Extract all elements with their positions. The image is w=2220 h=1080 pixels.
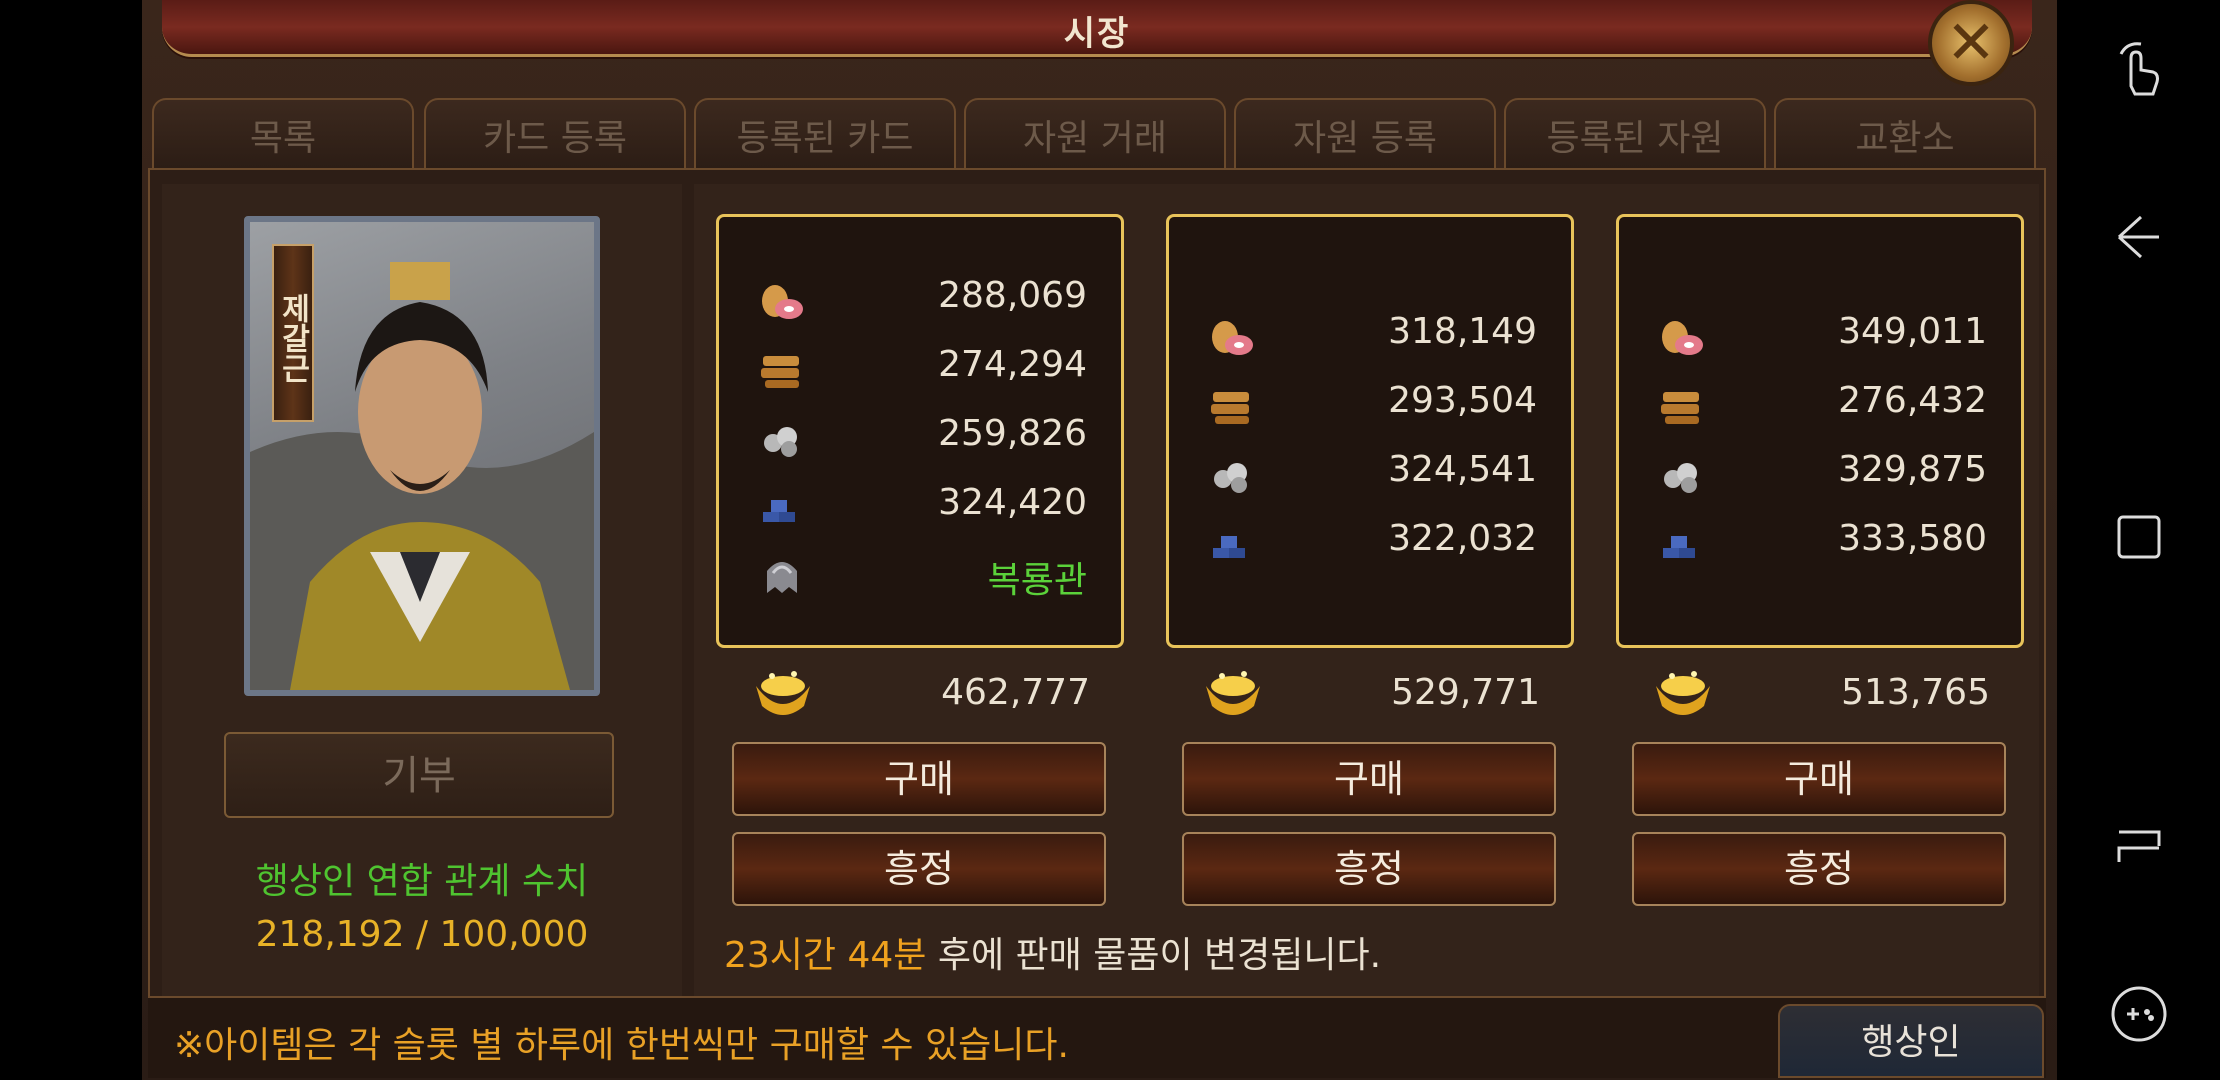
resource-row: 324,541 <box>1169 443 1571 503</box>
tab-resource-trade[interactable]: 자원 거래 <box>964 98 1226 168</box>
tab-card-register[interactable]: 카드 등록 <box>424 98 686 168</box>
resource-row: 322,032 <box>1169 512 1571 572</box>
refresh-timer: 23시간 44분 후에 판매 물품이 변경됩니다. <box>724 926 1381 978</box>
gold-price: 462,777 <box>941 672 1090 713</box>
tab-resource-register[interactable]: 자원 등록 <box>1234 98 1496 168</box>
system-navigation-bar <box>2057 0 2220 1080</box>
resource-row: 318,149 <box>1169 305 1571 365</box>
haggle-button-1[interactable]: 흥정 <box>732 832 1106 906</box>
general-nameplate: 제갈근 <box>272 244 314 422</box>
gold-row-3: 513,765 <box>1616 662 2024 732</box>
food-value: 288,069 <box>938 275 1087 316</box>
gold-price: 513,765 <box>1841 672 1990 713</box>
merchant-button[interactable]: 행상인 <box>1778 1004 2044 1078</box>
resource-row: 274,294 <box>719 338 1121 398</box>
game-tools-icon[interactable] <box>2107 982 2171 1046</box>
offer-box-2: 318,149 293,504 324,541 322,032 <box>1166 214 1574 648</box>
stone-value: 329,875 <box>1838 449 1987 490</box>
helmet-icon <box>767 562 797 593</box>
iron-value: 322,032 <box>1388 518 1537 559</box>
offer-box-3: 349,011 276,432 329,875 333,580 <box>1616 214 2024 648</box>
gold-price: 529,771 <box>1391 672 1540 713</box>
gold-row-1: 462,777 <box>716 662 1124 732</box>
wood-icon <box>1661 392 1699 424</box>
relation-label: 행상인 연합 관계 수치 <box>255 861 589 902</box>
iron-value: 333,580 <box>1838 518 1987 559</box>
food-value: 318,149 <box>1388 311 1537 352</box>
stone-value: 324,541 <box>1388 449 1537 490</box>
tab-list[interactable]: 목록 <box>152 98 414 168</box>
buy-button-1[interactable]: 구매 <box>732 742 1106 816</box>
window-title: 시장 <box>1063 14 1131 54</box>
relation-value: 218,192 / 100,000 <box>255 914 589 955</box>
resource-row: 333,580 <box>1619 512 2021 572</box>
gold-ingot-icon <box>1656 671 1710 715</box>
home-icon[interactable] <box>2107 812 2171 876</box>
touch-gesture-icon[interactable] <box>2107 36 2171 100</box>
iron-value: 324,420 <box>938 482 1087 523</box>
stone-value: 259,826 <box>938 413 1087 454</box>
stone-icon <box>1214 463 1247 493</box>
iron-icon <box>1663 536 1695 558</box>
haggle-button-3[interactable]: 흥정 <box>1632 832 2006 906</box>
resource-row: 259,826 <box>719 407 1121 467</box>
resource-row: 329,875 <box>1619 443 2021 503</box>
back-icon[interactable] <box>2107 205 2171 269</box>
food-icon <box>1662 321 1703 355</box>
recents-icon[interactable] <box>2107 505 2171 569</box>
buy-button-3[interactable]: 구매 <box>1632 742 2006 816</box>
food-icon <box>1212 321 1253 355</box>
timer-time: 23시간 44분 <box>724 935 927 976</box>
wood-value: 293,504 <box>1388 380 1537 421</box>
iron-icon <box>763 500 795 522</box>
gold-ingot-icon <box>1206 671 1260 715</box>
resource-row: 293,504 <box>1169 374 1571 434</box>
wood-value: 276,432 <box>1838 380 1987 421</box>
resource-row: 복룡관 <box>719 545 1121 605</box>
market-panel: 시장 ✕ 목록 카드 등록 등록된 카드 자원 거래 자원 등록 등록된 자원 … <box>142 0 2057 1080</box>
close-icon: ✕ <box>1945 8 1997 78</box>
tab-registered-resources[interactable]: 등록된 자원 <box>1504 98 1766 168</box>
resource-row: 288,069 <box>719 269 1121 329</box>
food-value: 349,011 <box>1838 311 1987 352</box>
tab-registered-cards[interactable]: 등록된 카드 <box>694 98 956 168</box>
gold-ingot-icon <box>756 671 810 715</box>
wood-icon <box>761 356 799 388</box>
purchase-notice: ※아이템은 각 슬롯 별 하루에 한번씩만 구매할 수 있습니다. <box>174 1025 1069 1066</box>
wood-icon <box>1211 392 1249 424</box>
stone-icon <box>764 427 797 457</box>
resource-row: 276,432 <box>1619 374 2021 434</box>
buy-button-2[interactable]: 구매 <box>1182 742 1556 816</box>
merchant-info-column: 제갈근 기부 행상인 연합 관계 수치 218,192 / 100,000 <box>162 184 682 996</box>
timer-suffix: 후에 판매 물품이 변경됩니다. <box>926 935 1382 976</box>
resource-row: 349,011 <box>1619 305 2021 365</box>
general-portrait: 제갈근 <box>244 216 600 696</box>
offer-box-1: 288,069 274,294 259,826 324,420 복룡관 <box>716 214 1124 648</box>
stone-icon <box>1664 463 1697 493</box>
resource-row: 324,420 <box>719 476 1121 536</box>
tab-exchange[interactable]: 교환소 <box>1774 98 2036 168</box>
wood-value: 274,294 <box>938 344 1087 385</box>
gold-row-2: 529,771 <box>1166 662 1574 732</box>
tab-bar: 목록 카드 등록 등록된 카드 자원 거래 자원 등록 등록된 자원 교환소 <box>152 98 2042 168</box>
offers-column: 288,069 274,294 259,826 324,420 복룡관 462,… <box>694 184 2039 996</box>
food-icon <box>762 285 803 319</box>
haggle-button-2[interactable]: 흥정 <box>1182 832 1556 906</box>
title-bar: 시장 <box>162 0 2032 57</box>
close-button[interactable]: ✕ <box>1928 0 2014 86</box>
donate-button[interactable]: 기부 <box>224 732 614 818</box>
footer-bar: ※아이템은 각 슬롯 별 하루에 한번씩만 구매할 수 있습니다. 행상인 <box>148 998 2046 1078</box>
item-name: 복룡관 <box>987 560 1087 601</box>
market-content: 제갈근 기부 행상인 연합 관계 수치 218,192 / 100,000 28… <box>148 168 2046 998</box>
iron-icon <box>1213 536 1245 558</box>
